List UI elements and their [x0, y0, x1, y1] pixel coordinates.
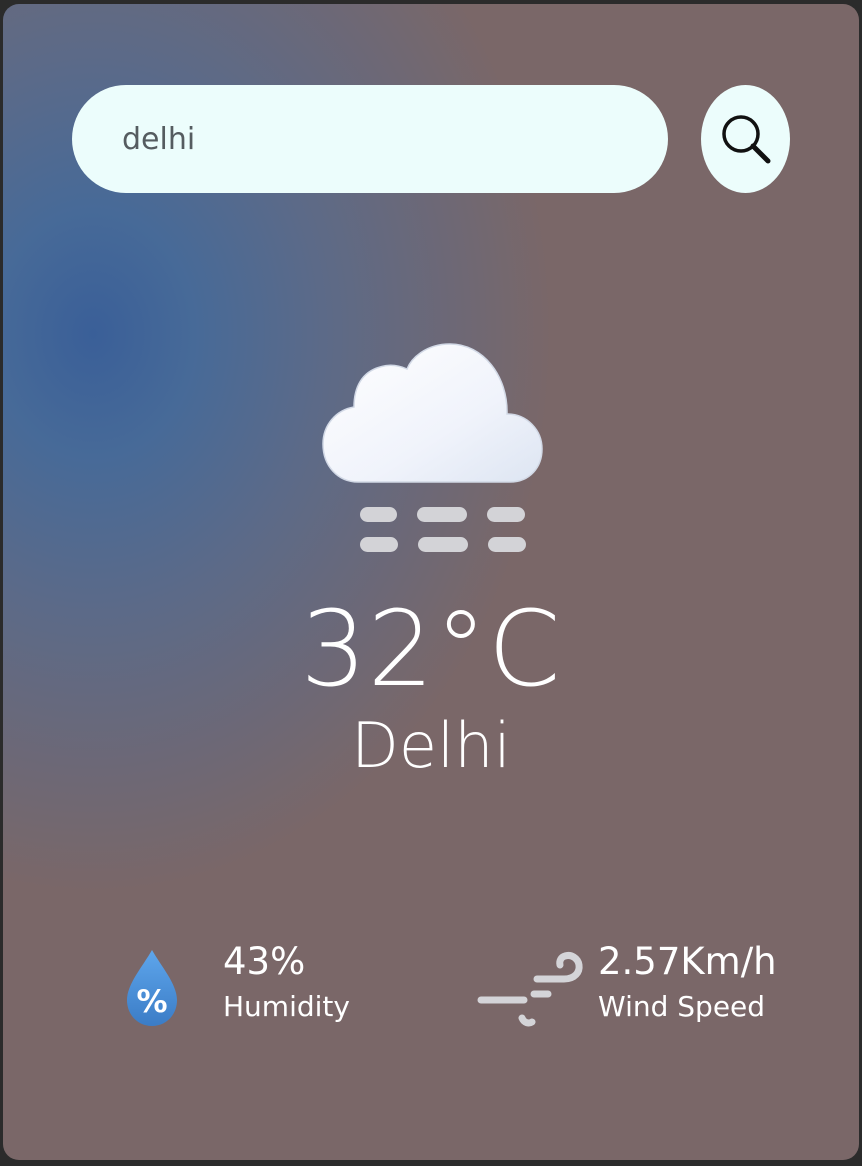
- humidity-drop-icon: %: [127, 950, 177, 1026]
- search-bar: [3, 4, 859, 224]
- humidity-label: Humidity: [223, 990, 350, 1023]
- humidity-stat: % 43% Humidity: [113, 934, 413, 1044]
- wind-icon: [477, 952, 583, 1027]
- city-name: Delhi: [351, 709, 511, 782]
- search-icon: [721, 115, 770, 164]
- wind-label: Wind Speed: [598, 990, 766, 1023]
- wind-value: 2.57Km/h: [598, 940, 777, 983]
- svg-text:%: %: [136, 984, 167, 1020]
- temperature: 32°C: [300, 588, 562, 710]
- search-button[interactable]: [701, 85, 790, 193]
- wind-stat: 2.57Km/h Wind Speed: [468, 934, 848, 1044]
- search-field[interactable]: [72, 85, 668, 193]
- humidity-value: 43%: [223, 940, 306, 983]
- cloud-fog-icon: [322, 343, 543, 552]
- weather-card: 32°C Delhi % 43% Humidity 2.57Km/h: [3, 4, 859, 1160]
- search-input[interactable]: [122, 85, 668, 193]
